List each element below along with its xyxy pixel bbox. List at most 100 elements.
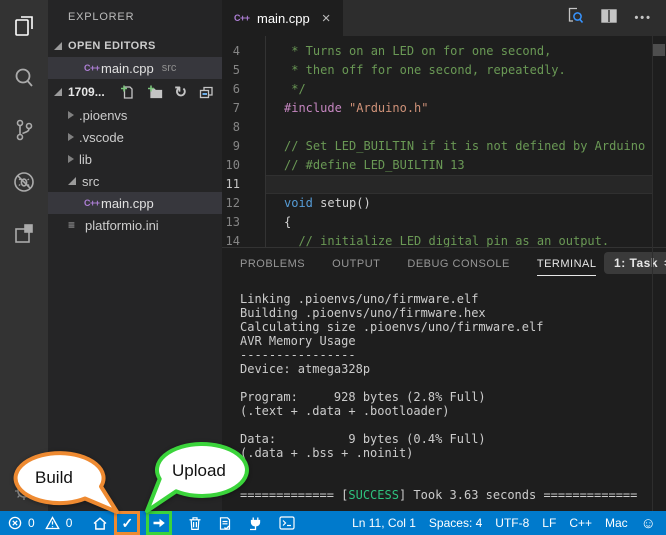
feedback-smiley-icon[interactable]: ☺ [641, 516, 656, 531]
code-line-10[interactable]: 10// #define LED_BUILTIN 13 [222, 156, 666, 175]
cpp-file-icon: C++ [234, 13, 251, 23]
editor-tab-bar: C++ main.cpp × ••• [222, 0, 666, 36]
pio-upload-button[interactable] [146, 511, 172, 535]
scrollbar-rule [652, 36, 653, 511]
warnings-icon[interactable] [45, 516, 60, 530]
tree-item-src[interactable]: src [48, 170, 222, 192]
tab-debug-console[interactable]: DEBUG CONSOLE [407, 252, 509, 275]
editor-group: C++ main.cpp × ••• [222, 0, 666, 511]
code-line-11[interactable]: 11 [222, 175, 666, 194]
sidebar-title: EXPLORER [48, 0, 222, 35]
pio-clean-trash-icon[interactable] [188, 516, 202, 531]
error-count[interactable]: 0 [28, 516, 35, 530]
terminal-line: Data: 9 bytes (0.4% Full) [240, 432, 666, 446]
split-editor-icon[interactable] [601, 9, 617, 28]
indentation[interactable]: Spaces: 4 [429, 516, 482, 530]
tab-terminal[interactable]: TERMINAL [537, 252, 597, 276]
code-line-8[interactable]: 8 [222, 118, 666, 137]
terminal-line: (.text + .data + .bootloader) [240, 404, 666, 418]
line-number: 5 [222, 61, 266, 80]
new-file-icon[interactable] [119, 84, 135, 100]
platform-env[interactable]: Mac [605, 516, 628, 530]
eol-sequence[interactable]: LF [542, 516, 556, 530]
language-mode[interactable]: C++ [569, 516, 592, 530]
bottom-panel: PROBLEMS OUTPUT DEBUG CONSOLE TERMINAL 1… [222, 247, 666, 511]
open-editor-file-label: main.cpp [101, 61, 154, 76]
line-number: 7 [222, 99, 266, 118]
open-editor-folder-badge: src [162, 62, 177, 74]
terminal-line: Linking .pioenvs/uno/firmware.elf [240, 292, 666, 306]
code-line-14[interactable]: 14 // initialize LED digital pin as an o… [222, 232, 666, 247]
tree-item-label: lib [79, 152, 92, 167]
encoding[interactable]: UTF-8 [495, 516, 529, 530]
tree-item-lib[interactable]: lib [48, 148, 222, 170]
line-number: 11 [222, 175, 266, 194]
tree-item-label: src [82, 174, 99, 189]
tree-item-label: main.cpp [101, 196, 154, 211]
more-actions-icon[interactable]: ••• [634, 12, 652, 24]
open-editor-item-main-cpp[interactable]: C++ main.cpp src [48, 57, 222, 79]
pio-run-task-icon[interactable] [218, 516, 232, 531]
pio-terminal-icon[interactable] [279, 516, 295, 530]
chevron-expanded-icon [54, 88, 62, 96]
build-callout-label: Build [35, 468, 73, 488]
line-content: // Set LED_BUILTIN if it is not defined … [266, 137, 652, 156]
line-number: 12 [222, 194, 266, 213]
line-content: * then off for one second, repeatedly. [266, 61, 652, 80]
pio-home-icon[interactable] [92, 516, 108, 531]
refresh-icon[interactable]: ↻ [174, 83, 187, 101]
debug-icon[interactable] [0, 156, 48, 208]
line-content: #include "Arduino.h" [266, 99, 652, 118]
line-number: 10 [222, 156, 266, 175]
errors-icon[interactable] [8, 516, 22, 530]
line-number: 4 [222, 42, 266, 61]
cpp-file-icon: C++ [84, 198, 101, 208]
open-preview-icon[interactable] [567, 7, 584, 29]
line-content: * Turns on an LED on for one second, [266, 42, 652, 61]
extensions-icon[interactable] [0, 208, 48, 260]
chevron-collapsed-icon [68, 133, 74, 141]
line-content [266, 118, 652, 137]
terminal-line: (.data + .bss + .noinit) [240, 446, 666, 460]
tree-item-label: .pioenvs [79, 108, 127, 123]
terminal-selector-dropdown[interactable]: 1: Task [604, 252, 666, 274]
status-right: Ln 11, Col 1 Spaces: 4 UTF-8 LF C++ Mac … [352, 516, 666, 531]
code-line-12[interactable]: 12void setup() [222, 194, 666, 213]
search-icon[interactable] [0, 52, 48, 104]
vscode-window: EXPLORER OPEN EDITORS C++ main.cpp src 1… [0, 0, 666, 535]
terminal-line: AVR Memory Usage [240, 334, 666, 348]
line-content: */ [266, 80, 652, 99]
tree-item-main-cpp[interactable]: C++main.cpp [48, 192, 222, 214]
line-content: void setup() [266, 194, 652, 213]
tree-item-platformio-ini[interactable]: ≡platformio.ini [48, 214, 222, 236]
code-line-6[interactable]: 6 */ [222, 80, 666, 99]
terminal-line: Calculating size .pioenvs/uno/firmware.e… [240, 320, 666, 334]
source-control-icon[interactable] [0, 104, 48, 156]
terminal-output[interactable]: Linking .pioenvs/uno/firmware.elfBuildin… [222, 279, 666, 502]
cursor-position[interactable]: Ln 11, Col 1 [352, 516, 416, 530]
pio-serial-monitor-plug-icon[interactable] [248, 516, 263, 531]
code-line-4[interactable]: 4 * Turns on an LED on for one second, [222, 42, 666, 61]
open-editors-header[interactable]: OPEN EDITORS [48, 35, 222, 57]
tree-item--pioenvs[interactable]: .pioenvs [48, 104, 222, 126]
close-icon[interactable]: × [322, 10, 331, 27]
new-folder-icon[interactable] [146, 84, 163, 100]
terminal-line [240, 474, 666, 488]
line-number: 6 [222, 80, 266, 99]
collapse-all-icon[interactable] [198, 84, 214, 100]
code-editor[interactable]: 3 *4 * Turns on an LED on for one second… [222, 36, 666, 247]
tab-output[interactable]: OUTPUT [332, 252, 380, 275]
line-number: 13 [222, 213, 266, 232]
editor-scrollbar-thumb[interactable] [653, 44, 665, 56]
code-line-5[interactable]: 5 * then off for one second, repeatedly. [222, 61, 666, 80]
tree-item--vscode[interactable]: .vscode [48, 126, 222, 148]
project-root-header[interactable]: 1709... ↻ [48, 79, 222, 104]
code-line-13[interactable]: 13{ [222, 213, 666, 232]
tab-main-cpp[interactable]: C++ main.cpp × [222, 0, 343, 36]
explorer-icon[interactable] [0, 0, 48, 52]
terminal-line: ============= [SUCCESS] Took 3.63 second… [240, 488, 666, 502]
warning-count[interactable]: 0 [66, 516, 73, 530]
tab-problems[interactable]: PROBLEMS [240, 252, 305, 275]
code-line-9[interactable]: 9// Set LED_BUILTIN if it is not defined… [222, 137, 666, 156]
code-line-7[interactable]: 7#include "Arduino.h" [222, 99, 666, 118]
